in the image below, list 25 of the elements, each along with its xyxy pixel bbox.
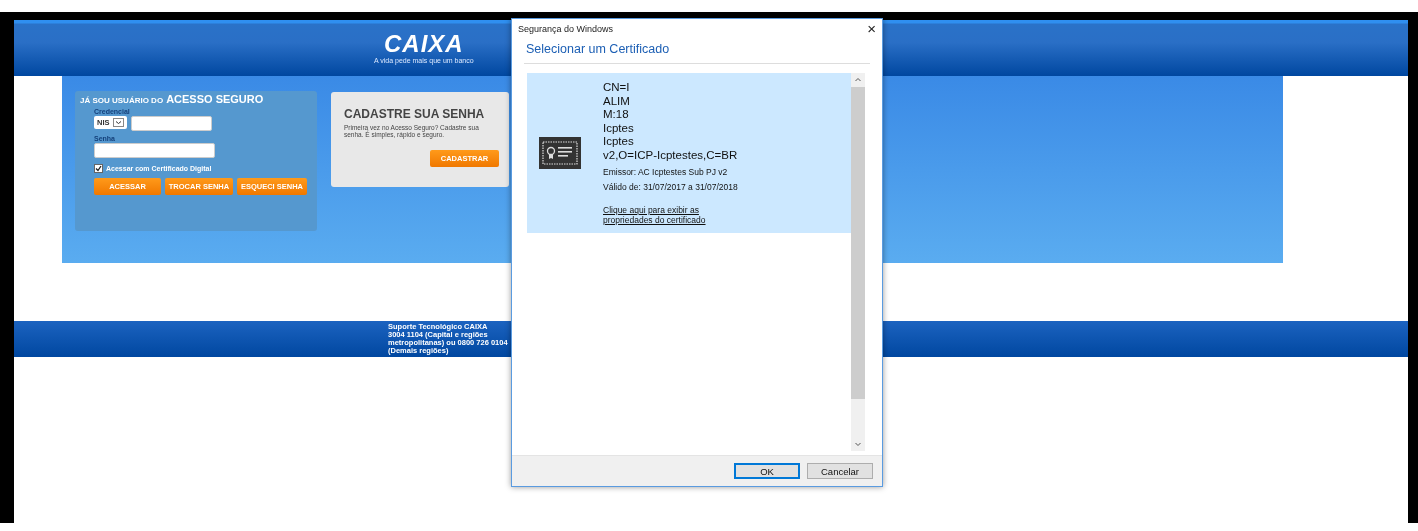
certificate-subject: CN=I — [603, 81, 631, 95]
certificate-subject: Icptes — [603, 135, 635, 149]
certificate-subject: ALIM — [603, 94, 631, 108]
dialog-button[interactable]: Cancelar — [807, 463, 873, 479]
certificate-subject: Icptes — [603, 121, 635, 135]
logo-wordmark: CAIXA — [383, 32, 464, 56]
caret-icon — [112, 118, 124, 127]
certificate-subject: v2,O=ICP-Icptestes,C=BR — [603, 148, 739, 162]
certificate-subject: M:18 — [603, 108, 630, 122]
certificate-issuer: Emissor: AC Icptestes Sub PJ v2 — [603, 167, 729, 177]
login-title: ACESSO SEGURO — [166, 93, 264, 105]
dialog-button[interactable]: OK — [734, 463, 800, 479]
login-title-prefix: JÁ SOU USUÁRIO DO — [80, 96, 164, 105]
dialog-heading: Selecionar um Certificado — [526, 42, 671, 56]
password-field[interactable] — [94, 143, 215, 158]
properties-link[interactable]: Clique aqui para exibir as propriedades do certificado — [603, 205, 743, 225]
certificate-checkbox[interactable] — [94, 164, 103, 173]
scrollbar[interactable] — [851, 73, 865, 451]
certificate-item[interactable]: CN=I ALIM M:18 Icptes Icptes v2,O=ICP-Icptestes,C=BR Emissor: AC Icptestes Sub PJ v2 Válido de: 31/07/2017 a 31/07/2018 Clique aqui para exibir as propriedades do certificado — [527, 73, 851, 233]
register-title: CADASTRE SUA SENHA — [344, 107, 486, 121]
close-button[interactable]: × — [867, 21, 876, 36]
credential-field[interactable] — [130, 116, 212, 131]
certificate-icon — [539, 137, 581, 169]
certificate-validity: Válido de: 31/07/2017 a 31/07/2018 — [603, 182, 739, 192]
dialog-title: Segurança do Windows — [518, 23, 614, 34]
